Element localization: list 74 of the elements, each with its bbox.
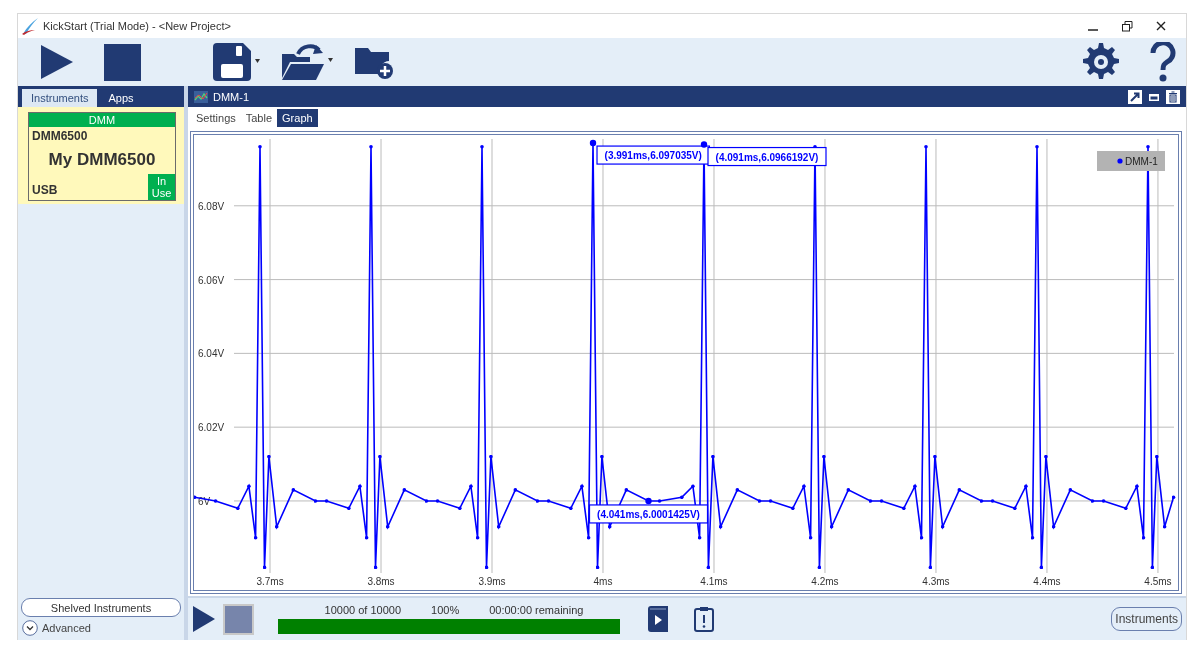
x-tick-label: 3.7ms	[256, 576, 284, 587]
run-icon	[40, 44, 74, 80]
book-play-icon	[648, 606, 668, 632]
run-button[interactable]	[193, 606, 215, 632]
series-label: DMM-1	[1125, 156, 1159, 167]
progress-percent: 100%	[431, 604, 460, 616]
close-icon	[1155, 20, 1167, 32]
instruments-button[interactable]: Instruments	[1111, 607, 1182, 631]
pop-out-button[interactable]	[1128, 89, 1142, 104]
point-annotation: (4.041ms,6.0001425V)	[588, 504, 709, 524]
sidebar-tab[interactable]: Instruments	[22, 89, 98, 107]
new-folder-icon	[355, 45, 393, 79]
panel-tab[interactable]: Table	[240, 109, 278, 127]
x-tick-label: 3.8ms	[367, 576, 395, 587]
run-button[interactable]	[40, 44, 74, 80]
panel-tab[interactable]: Graph	[277, 109, 318, 127]
marker-dot	[645, 497, 652, 505]
marker-dot	[700, 141, 708, 148]
sidebar-tab[interactable]: Apps	[99, 89, 143, 107]
x-tick-label: 4.3ms	[922, 576, 950, 587]
x-tick-label: 4.5ms	[1144, 576, 1172, 587]
instrument-model: DMM6500	[31, 128, 89, 145]
y-tick-label: 6.02V	[198, 422, 225, 434]
panel-tab[interactable]: Settings	[191, 109, 241, 127]
stop-button[interactable]	[104, 43, 141, 81]
restore-icon	[1121, 20, 1133, 32]
marker-dot	[589, 139, 597, 147]
shelved-instruments-button[interactable]: Shelved Instruments	[21, 598, 181, 617]
delete-icon	[1166, 89, 1180, 104]
help-button[interactable]	[1150, 42, 1176, 82]
y-tick-label: 6.04V	[198, 348, 225, 360]
connection-label: USB	[31, 183, 59, 199]
x-tick-label: 3.9ms	[478, 576, 506, 587]
clipboard-button[interactable]	[694, 606, 714, 632]
new-folder-button[interactable]	[355, 45, 393, 79]
y-tick-label: 6.06V	[198, 274, 225, 286]
point-annotation: (3.991ms,6.097035V)	[596, 145, 710, 165]
panel-title: DMM-1	[213, 90, 251, 103]
annotation: (3.991ms,6.097035V)	[604, 150, 702, 162]
open-folder-icon	[282, 44, 324, 80]
time-remaining: 00:00:00 remaining	[489, 604, 584, 616]
caret-icon	[255, 59, 260, 63]
minimize-icon	[1088, 29, 1098, 31]
annotation: (4.091ms,6.0966192V)	[715, 151, 819, 163]
help-icon	[1150, 42, 1176, 82]
pop-out-icon	[1128, 89, 1142, 104]
x-tick-label: 4.1ms	[700, 576, 728, 587]
graph-icon	[194, 90, 208, 103]
x-tick-label: 4ms	[593, 576, 613, 587]
save-icon	[213, 43, 251, 81]
stop-icon	[104, 43, 141, 81]
caret-icon	[328, 58, 333, 62]
x-tick-label: 4.2ms	[811, 576, 839, 587]
annotation: (4.041ms,6.0001425V)	[597, 508, 700, 520]
point-annotation: (4.091ms,6.0966192V)	[707, 146, 827, 167]
playback-button[interactable]	[648, 606, 668, 632]
window-title: KickStart (Trial Mode) - <New Project>	[43, 20, 232, 32]
instrument-name: My DMM6500	[47, 149, 157, 171]
app-logo-icon	[21, 17, 39, 35]
play-icon	[193, 606, 215, 632]
delete-button[interactable]	[1166, 89, 1180, 104]
settings-icon	[1082, 43, 1120, 81]
status-badge: In Use	[148, 174, 175, 200]
x-tick-label: 4.4ms	[1033, 576, 1061, 587]
instrument-type-header: DMM	[29, 113, 175, 127]
open-folder-button[interactable]	[282, 44, 333, 80]
settings-button[interactable]	[1082, 43, 1120, 81]
sample-count: 10000 of 10000	[324, 604, 402, 616]
chart-legend: DMM-1	[1097, 151, 1165, 171]
save-button[interactable]	[213, 43, 260, 81]
y-tick-label: 6.08V	[198, 200, 225, 212]
instrument-card[interactable]: DMM DMM6500 My DMM6500 USB In Use	[28, 112, 176, 201]
clipboard-alert-icon	[694, 606, 714, 632]
advanced-toggle[interactable]: Advanced	[18, 619, 184, 640]
